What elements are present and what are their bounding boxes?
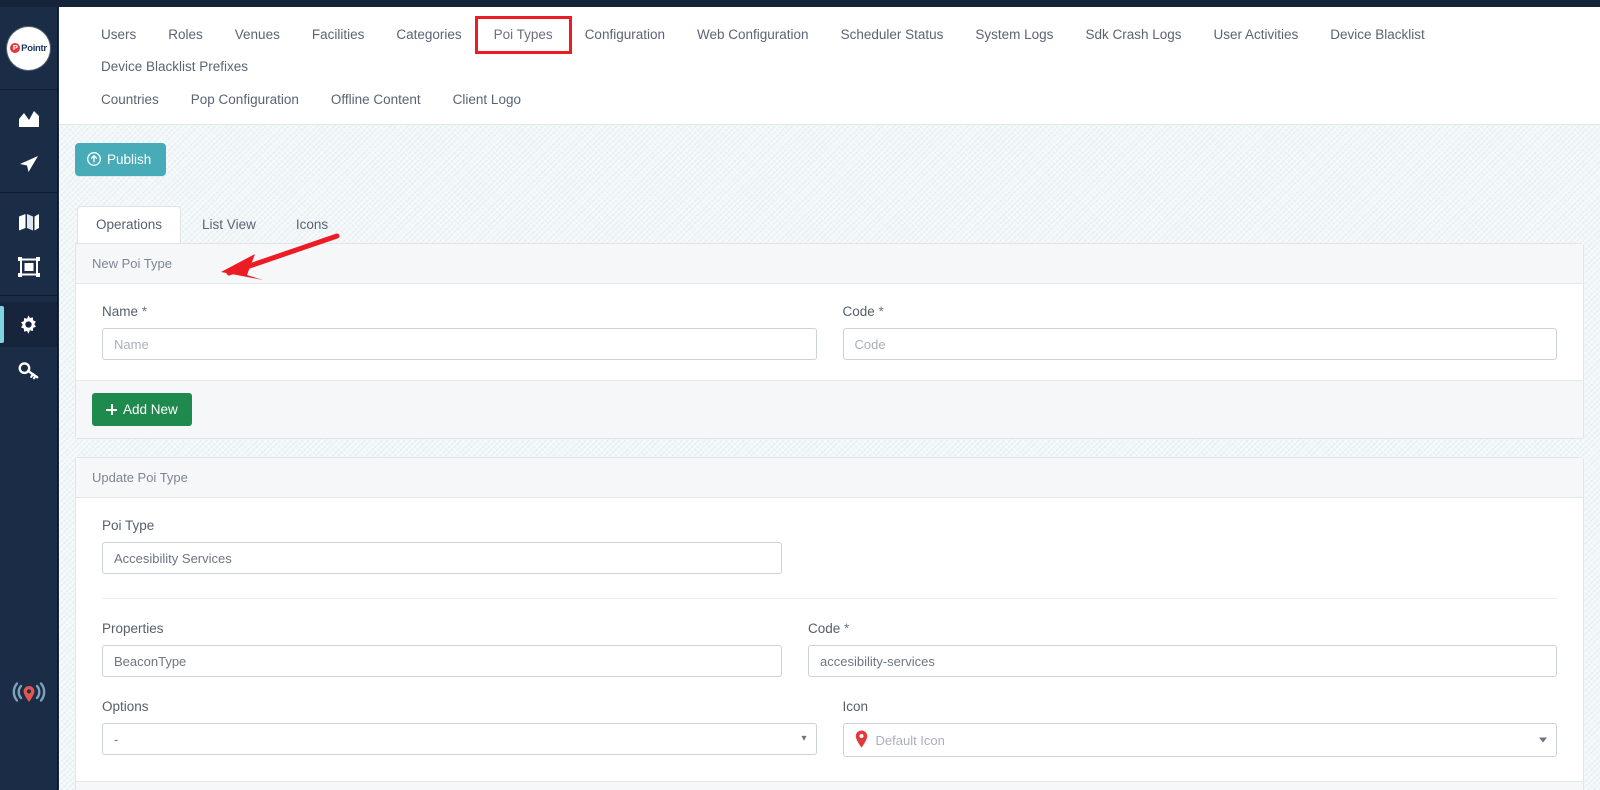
page-content: Publish Operations List View Icons New P… bbox=[59, 125, 1600, 790]
nav-item-poi-types[interactable]: Poi Types bbox=[474, 16, 572, 54]
publish-button-label: Publish bbox=[107, 151, 152, 167]
pointr-beacon-icon bbox=[8, 677, 50, 718]
publish-button[interactable]: Publish bbox=[75, 142, 167, 176]
map-pin-icon bbox=[855, 730, 868, 751]
update-options-label: Options bbox=[102, 699, 149, 715]
update-poi-type-title: Update Poi Type bbox=[76, 458, 1583, 499]
nav-item-pop-configuration[interactable]: Pop Configuration bbox=[175, 84, 315, 116]
update-icon-label: Icon bbox=[842, 699, 869, 715]
new-poi-type-body: Name * Code * bbox=[76, 284, 1583, 380]
nav-item-configuration[interactable]: Configuration bbox=[569, 19, 681, 51]
new-poi-name-label: Name * bbox=[102, 304, 148, 320]
update-poi-type-footer: Update bbox=[76, 781, 1583, 790]
nav-item-users[interactable]: Users bbox=[85, 19, 152, 51]
sidebar-footer-logo bbox=[0, 677, 58, 718]
frame-icon bbox=[17, 256, 40, 277]
sidebar-group-settings bbox=[0, 295, 57, 398]
update-properties-label: Properties bbox=[102, 621, 164, 637]
logo-label: Pointr bbox=[21, 42, 47, 54]
new-poi-code-label: Code * bbox=[842, 304, 884, 320]
update-poi-type-input[interactable] bbox=[102, 542, 782, 575]
add-new-button[interactable]: Add New bbox=[92, 393, 192, 427]
new-poi-name-input[interactable] bbox=[102, 328, 817, 361]
new-poi-code-input[interactable] bbox=[842, 328, 1557, 361]
nav-item-countries[interactable]: Countries bbox=[85, 84, 175, 116]
nav-item-roles[interactable]: Roles bbox=[152, 19, 219, 51]
app-root: P Pointr Users Roles Venues Facilities C… bbox=[0, 0, 1600, 790]
plus-icon bbox=[106, 404, 117, 416]
nav-item-device-blacklist[interactable]: Device Blacklist bbox=[1314, 19, 1441, 51]
update-poi-type-label: Poi Type bbox=[102, 518, 155, 534]
sidebar-item-maps[interactable] bbox=[0, 199, 57, 244]
required-marker: * bbox=[844, 621, 850, 637]
new-poi-code-group: Code * bbox=[842, 304, 1557, 361]
update-code-group: Code * bbox=[808, 621, 1557, 678]
new-poi-name-group: Name * bbox=[102, 304, 817, 361]
map-icon bbox=[18, 213, 40, 231]
sidebar: P Pointr bbox=[0, 7, 58, 790]
update-poi-type-body: Poi Type Properties Code bbox=[76, 498, 1583, 781]
top-navigation: Users Roles Venues Facilities Categories… bbox=[59, 7, 1600, 125]
sidebar-group-analytics bbox=[0, 89, 57, 192]
update-options-group: Options - ▾ bbox=[102, 699, 817, 757]
nav-item-client-logo[interactable]: Client Logo bbox=[437, 84, 537, 116]
add-new-button-label: Add New bbox=[123, 402, 178, 418]
nav-item-venues[interactable]: Venues bbox=[219, 19, 296, 51]
update-properties-group: Properties bbox=[102, 621, 782, 678]
update-code-label: Code * bbox=[808, 621, 850, 637]
new-poi-type-panel: New Poi Type Name * Code bbox=[75, 243, 1584, 440]
nav-item-offline-content[interactable]: Offline Content bbox=[315, 84, 437, 116]
update-code-input[interactable] bbox=[808, 645, 1557, 678]
chart-area-icon bbox=[18, 110, 40, 128]
tab-icons[interactable]: Icons bbox=[277, 206, 347, 244]
sidebar-item-buildings[interactable] bbox=[0, 244, 57, 289]
nav-item-facilities[interactable]: Facilities bbox=[296, 19, 381, 51]
update-icon-group: Icon Default Icon bbox=[842, 699, 1557, 758]
main-area: Users Roles Venues Facilities Categories… bbox=[59, 7, 1600, 790]
update-poi-type-group: Poi Type bbox=[102, 518, 782, 575]
publish-up-arrow-icon bbox=[87, 152, 101, 166]
update-poi-type-panel: Update Poi Type Poi Type Properties bbox=[75, 457, 1584, 790]
nav-item-sdk-crash-logs[interactable]: Sdk Crash Logs bbox=[1069, 19, 1197, 51]
update-icon-value: Default Icon bbox=[875, 732, 945, 748]
sidebar-item-settings[interactable] bbox=[0, 302, 57, 347]
nav-item-user-activities[interactable]: User Activities bbox=[1198, 19, 1315, 51]
key-icon bbox=[18, 360, 40, 380]
section-divider bbox=[102, 598, 1557, 600]
sidebar-item-analytics[interactable] bbox=[0, 96, 57, 141]
update-properties-input[interactable] bbox=[102, 645, 782, 678]
required-marker: * bbox=[878, 304, 884, 320]
tab-list-view[interactable]: List View bbox=[183, 206, 275, 244]
new-poi-type-footer: Add New bbox=[76, 380, 1583, 439]
sidebar-item-keys[interactable] bbox=[0, 347, 57, 392]
nav-row-1: Users Roles Venues Facilities Categories… bbox=[85, 16, 1574, 83]
nav-item-system-logs[interactable]: System Logs bbox=[959, 19, 1069, 51]
content-tabs: Operations List View Icons bbox=[75, 205, 1584, 244]
nav-row-2: Countries Pop Configuration Offline Cont… bbox=[85, 84, 1574, 116]
top-strip bbox=[0, 0, 1600, 7]
sidebar-group-maps bbox=[0, 192, 57, 295]
paper-plane-icon bbox=[19, 155, 39, 173]
app-logo[interactable]: P Pointr bbox=[0, 7, 57, 89]
nav-item-categories[interactable]: Categories bbox=[380, 19, 477, 51]
update-options-select[interactable]: - bbox=[102, 723, 817, 756]
update-icon-select[interactable]: Default Icon bbox=[842, 723, 1557, 758]
gear-icon bbox=[18, 314, 39, 335]
nav-item-web-configuration[interactable]: Web Configuration bbox=[681, 19, 825, 51]
nav-item-device-blacklist-prefixes[interactable]: Device Blacklist Prefixes bbox=[85, 51, 264, 83]
nav-item-scheduler-status[interactable]: Scheduler Status bbox=[825, 19, 960, 51]
sidebar-item-navigation[interactable] bbox=[0, 141, 57, 186]
required-marker: * bbox=[141, 304, 148, 320]
new-poi-type-title: New Poi Type bbox=[76, 244, 1583, 285]
logo-badge: P bbox=[10, 43, 21, 53]
tab-operations[interactable]: Operations bbox=[77, 205, 182, 244]
